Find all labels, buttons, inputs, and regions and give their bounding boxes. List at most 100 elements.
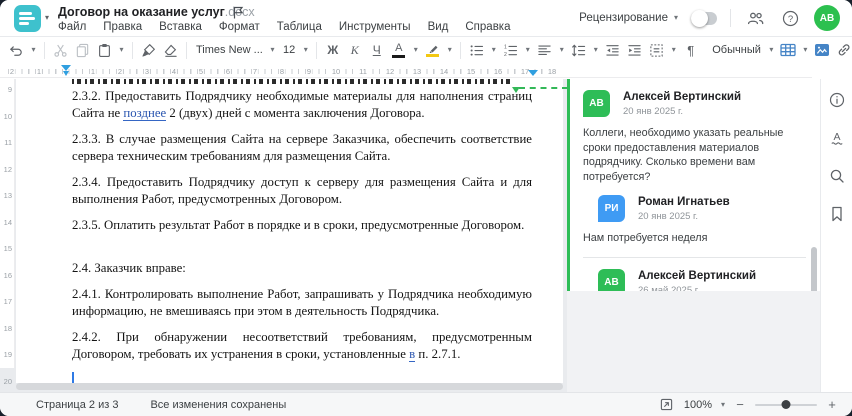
numbered-list-caret[interactable]: ▾	[522, 39, 533, 61]
paragraph-settings-button[interactable]	[646, 39, 667, 61]
font-family-select[interactable]: Times New ...	[192, 39, 266, 61]
zoom-slider[interactable]	[755, 400, 817, 409]
paste-options-caret[interactable]: ▾	[116, 39, 127, 61]
font-family-caret[interactable]: ▾	[267, 39, 278, 61]
inserted-text[interactable]: позднее	[123, 106, 167, 121]
undo-options-caret[interactable]: ▾	[28, 39, 39, 61]
font-size-select[interactable]: 12	[279, 39, 299, 61]
status-bar: Страница 2 из 3 Все изменения сохранены …	[0, 392, 852, 416]
paragraph[interactable]: 2.3.5. Оплатить результат Работ в порядк…	[72, 217, 532, 234]
zoom-slider-handle[interactable]	[781, 400, 791, 409]
document-info-button[interactable]	[826, 89, 848, 111]
comment-avatar: АВ	[583, 90, 610, 117]
ruler-number: 17	[3, 297, 12, 306]
flag-icon[interactable]	[232, 6, 244, 19]
page-indicator[interactable]: Страница 2 из 3	[36, 399, 118, 411]
left-indent-marker[interactable]	[63, 71, 69, 76]
menu-item-edit[interactable]: Правка	[103, 21, 142, 33]
paragraph[interactable]: 2.3.2. Предоставить Подрядчику необходим…	[72, 88, 532, 122]
clear-formatting-button[interactable]	[160, 39, 181, 61]
fit-page-button[interactable]	[659, 397, 675, 413]
line-spacing-caret[interactable]: ▾	[590, 39, 601, 61]
font-size-caret[interactable]: ▾	[300, 39, 311, 61]
collaborators-button[interactable]	[744, 7, 766, 29]
font-color-caret[interactable]: ▾	[410, 39, 421, 61]
search-button[interactable]	[826, 165, 848, 187]
menu-item-help[interactable]: Справка	[465, 21, 510, 33]
numbered-list-button[interactable]: 12	[500, 39, 521, 61]
zoom-level-select[interactable]: 100%	[684, 399, 712, 411]
highlight-color-caret[interactable]: ▾	[444, 39, 455, 61]
bookmarks-button[interactable]	[826, 203, 848, 225]
chevron-down-icon: ▾	[673, 13, 678, 22]
paragraph-text: 2.4.2. При обнаружении несоответствий тр…	[72, 330, 532, 361]
paragraph-text: п. 2.7.1.	[415, 347, 461, 361]
paragraph[interactable]: 2.4. Заказчик вправе:	[72, 260, 532, 277]
document-canvas[interactable]: 2.3.2. Предоставить Подрядчику необходим…	[16, 79, 563, 383]
zoom-in-button[interactable]: +	[826, 397, 838, 412]
menu-item-format[interactable]: Формат	[219, 21, 260, 33]
menu-item-file[interactable]: Файл	[58, 21, 86, 33]
underline-button[interactable]: Ч	[366, 39, 387, 61]
bold-button[interactable]: Ж	[322, 39, 343, 61]
comment-thread[interactable]: АВ Алексей Вертинский 20 янв 2025 г. Кол…	[567, 79, 820, 291]
paragraph[interactable]: 2.3.3. В случае размещения Сайта на серв…	[72, 131, 532, 165]
insert-image-button[interactable]	[812, 39, 833, 61]
italic-button[interactable]: К	[344, 39, 365, 61]
increase-indent-button[interactable]	[624, 39, 645, 61]
ruler-number: 1	[89, 67, 97, 76]
line-spacing-button[interactable]	[568, 39, 589, 61]
document-text: 2.3.2. Предоставить Подрядчику необходим…	[72, 79, 532, 383]
paste-button[interactable]	[94, 39, 115, 61]
font-color-button[interactable]: А	[388, 39, 409, 61]
app-menu-caret-icon[interactable]: ▾	[45, 13, 49, 22]
bullet-list-caret[interactable]: ▾	[488, 39, 499, 61]
bullet-list-button[interactable]	[466, 39, 487, 61]
comments-scrollbar[interactable]	[811, 247, 817, 291]
toolbar-divider	[44, 41, 45, 59]
zoom-out-button[interactable]: −	[734, 397, 746, 412]
app-window: ▾ Договор на оказание услуг.docx Файл Пра…	[0, 0, 852, 416]
menu-item-view[interactable]: Вид	[428, 21, 449, 33]
horizontal-scrollbar[interactable]	[16, 383, 563, 390]
insert-link-button[interactable]	[834, 39, 852, 61]
zoom-caret-icon[interactable]: ▾	[721, 400, 725, 409]
paragraph-style-select[interactable]: Обычный	[708, 39, 765, 61]
right-indent-marker[interactable]	[528, 70, 538, 76]
spellcheck-button[interactable]: А	[826, 127, 848, 149]
comment-author: Алексей Вертинский	[638, 269, 757, 282]
cut-button[interactable]	[50, 39, 71, 61]
paragraph[interactable]: 2.4.1. Контролировать выполнение Работ, …	[72, 286, 532, 320]
insert-table-button[interactable]	[778, 39, 799, 61]
copy-button[interactable]	[72, 39, 93, 61]
formatting-marks-button[interactable]: ¶	[680, 39, 701, 61]
paragraph[interactable]: 2.4.2. При обнаружении несоответствий тр…	[72, 329, 532, 363]
undo-button[interactable]	[6, 39, 27, 61]
paragraph-style-caret[interactable]: ▾	[766, 39, 777, 61]
toggle-knob	[691, 9, 708, 27]
highlight-color-button[interactable]	[422, 39, 443, 61]
help-button[interactable]: ?	[779, 7, 801, 29]
align-button[interactable]	[534, 39, 555, 61]
align-caret[interactable]: ▾	[556, 39, 567, 61]
review-mode-dropdown[interactable]: Рецензирование ▾	[579, 12, 678, 24]
paragraph[interactable]: 2.3.4. Предоставить Подрядчику доступ к …	[72, 174, 532, 208]
save-status: Все изменения сохранены	[150, 398, 287, 411]
comment-date: 20 янв 2025 г.	[638, 211, 699, 222]
menu-item-table[interactable]: Таблица	[277, 21, 322, 33]
comment-card[interactable]: АВ Алексей Вертинский 26 май 2025 г.	[598, 268, 806, 291]
format-painter-button[interactable]	[138, 39, 159, 61]
thread-divider	[583, 256, 806, 258]
menu-item-insert[interactable]: Вставка	[159, 21, 202, 33]
app-logo-icon[interactable]	[14, 5, 41, 32]
comment-card[interactable]: АВ Алексей Вертинский 20 янв 2025 г.	[583, 90, 806, 117]
horizontal-ruler: 2 1 1 2 3 4 5 6 7 8 9 10 11 12 13 14 15 16 17 18	[0, 64, 812, 78]
document-title[interactable]: Договор на оказание услуг.docx	[58, 5, 255, 19]
menu-item-tools[interactable]: Инструменты	[339, 21, 411, 33]
review-toggle[interactable]	[691, 9, 717, 27]
user-avatar[interactable]: АВ	[814, 5, 840, 31]
paragraph-settings-caret[interactable]: ▾	[668, 39, 679, 61]
comment-card[interactable]: РИ Роман Игнатьев 20 янв 2025 г.	[598, 195, 806, 222]
decrease-indent-button[interactable]	[602, 39, 623, 61]
insert-table-caret[interactable]: ▾	[800, 39, 811, 61]
